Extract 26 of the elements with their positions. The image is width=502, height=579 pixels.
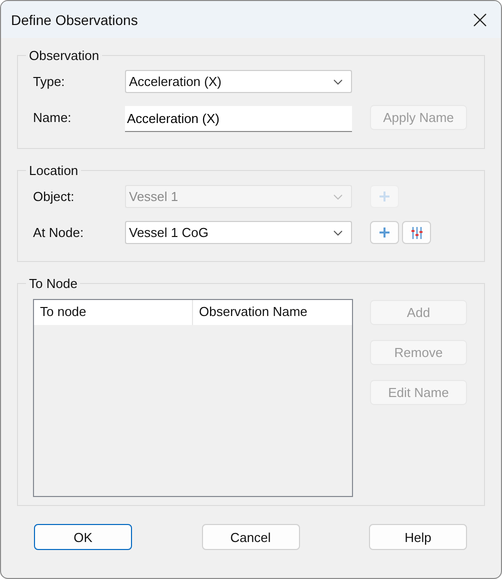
type-dropdown[interactable]: Acceleration (X) [125,70,352,93]
field-label: Object: [33,189,76,204]
close-icon[interactable] [473,12,487,26]
add-button[interactable] [370,221,399,244]
column-header[interactable]: Observation Name [193,300,314,325]
field-label: Type: [33,74,66,89]
chevron-icon [333,194,343,200]
window-title: Define Observations [11,12,138,28]
group-title: Location [28,163,80,178]
field-label: At Node: [33,225,85,240]
sliders-icon [410,226,422,238]
plus-icon [379,191,390,202]
node-list[interactable]: To node Observation Name [33,299,353,497]
plus-icon [379,227,390,238]
dialog-button[interactable]: Cancel [202,524,300,550]
column-header[interactable]: To node [34,300,193,325]
sliders-button[interactable] [402,221,431,244]
chevron-icon [333,230,343,236]
dialog-button[interactable]: OK [34,524,132,550]
node-dropdown[interactable]: Vessel 1 CoG [125,221,352,244]
chevron-icon [333,78,343,84]
group-title: To Node [28,276,78,291]
field-label: Name: [33,110,72,125]
group-title: Observation [28,48,100,63]
dialog-button[interactable]: Help [369,524,467,550]
name-input-field[interactable]: Acceleration (X) [125,106,352,132]
